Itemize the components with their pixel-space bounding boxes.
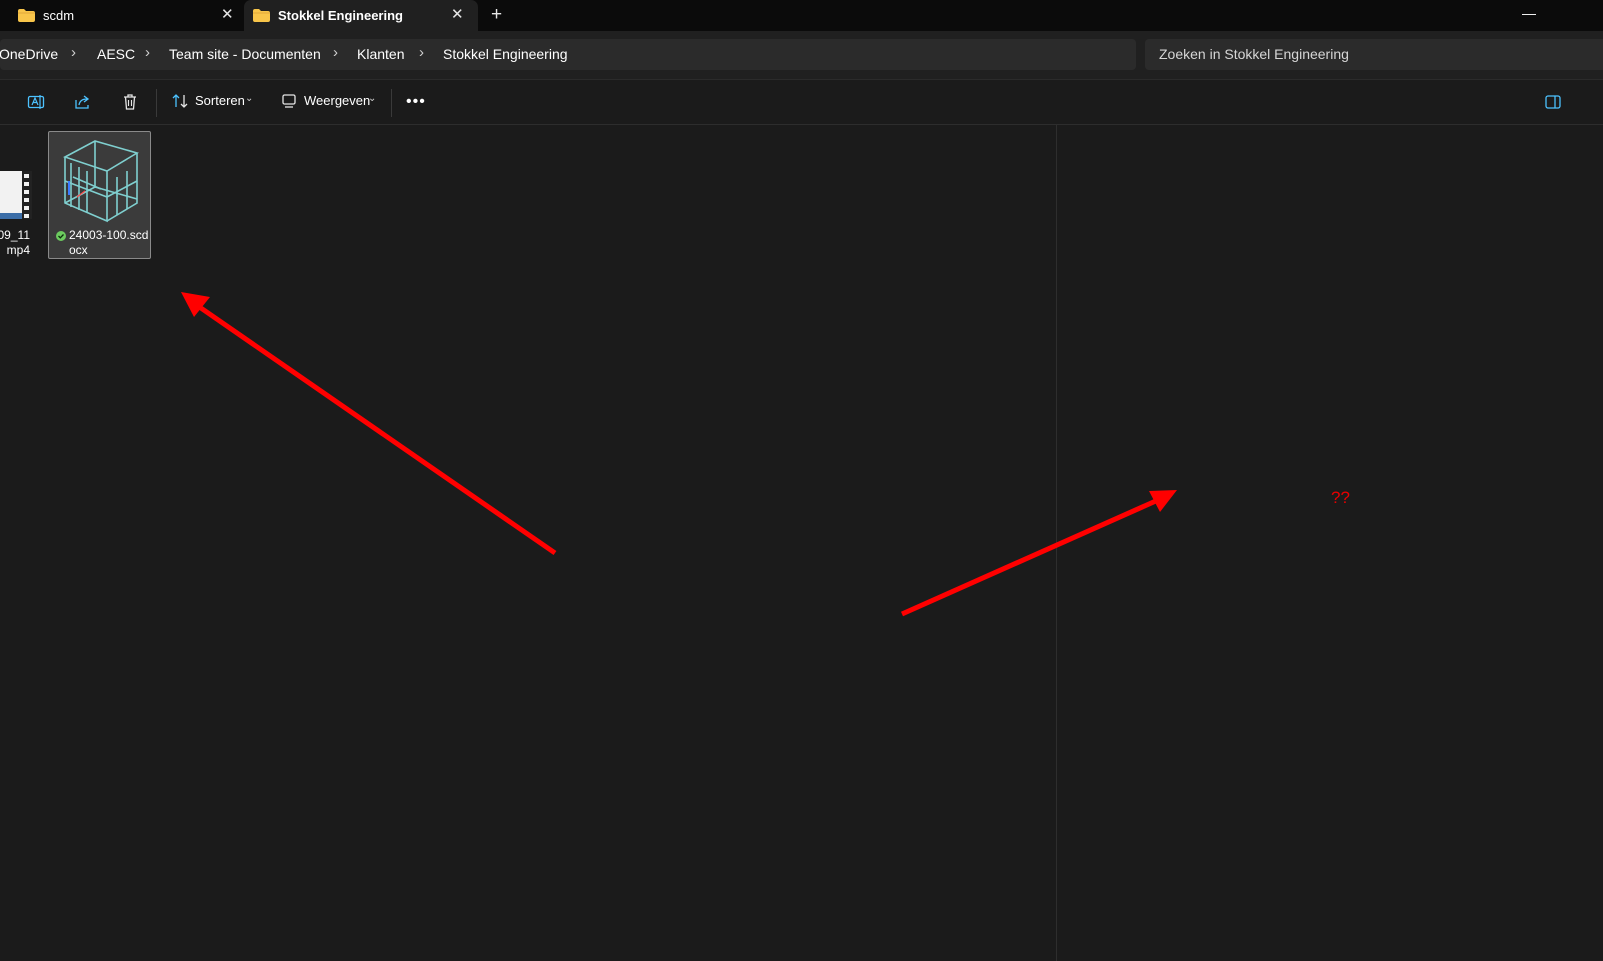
details-pane-icon[interactable] xyxy=(1545,95,1561,109)
file-explorer-window: scdm ✕ Stokkel Engineering ✕ + — OneDriv… xyxy=(0,0,1603,961)
command-bar: Sorteren ⌄ Weergeven ⌄ ••• xyxy=(0,80,1603,125)
more-options-icon[interactable]: ••• xyxy=(406,93,426,111)
view-icon xyxy=(282,94,296,108)
chevron-right-icon[interactable]: › xyxy=(145,44,150,61)
search-placeholder: Zoeken in Stokkel Engineering xyxy=(1159,46,1349,62)
file-item-selected[interactable]: 24003-100.scdocx xyxy=(48,131,151,259)
tab-strip: scdm ✕ Stokkel Engineering ✕ + — xyxy=(0,0,1603,31)
sort-icon xyxy=(172,94,188,108)
breadcrumb-item-team-site[interactable]: Team site - Documenten xyxy=(169,46,321,62)
address-row: OneDrive › AESC › Team site - Documenten… xyxy=(0,31,1603,80)
minimize-icon[interactable]: — xyxy=(1522,5,1536,21)
file-name: 24003-100.scdocx xyxy=(69,228,149,257)
toolbar-divider xyxy=(156,89,157,117)
view-button[interactable]: Weergeven ⌄ xyxy=(281,90,381,114)
rename-icon[interactable] xyxy=(27,93,45,111)
tab-stokkel-engineering[interactable]: Stokkel Engineering ✕ xyxy=(244,0,478,31)
file-list-pane[interactable] xyxy=(0,125,1057,961)
close-icon[interactable]: ✕ xyxy=(221,7,234,23)
chevron-down-icon: ⌄ xyxy=(368,93,377,104)
tab-label: Stokkel Engineering xyxy=(278,8,403,23)
chevron-right-icon[interactable]: › xyxy=(419,44,424,61)
breadcrumb[interactable]: OneDrive › AESC › Team site - Documenten… xyxy=(0,39,1136,70)
file-name: -09_11 mp4 xyxy=(0,228,30,257)
annotation-question-marks: ?? xyxy=(1331,488,1350,507)
close-icon[interactable]: ✕ xyxy=(451,7,464,23)
folder-icon xyxy=(18,9,35,22)
sync-status-icon xyxy=(56,231,66,241)
chevron-right-icon[interactable]: › xyxy=(71,44,76,61)
tab-scdm[interactable]: scdm ✕ xyxy=(0,0,242,31)
folder-icon xyxy=(253,9,270,22)
preview-pane xyxy=(1057,125,1603,961)
chevron-down-icon: ⌄ xyxy=(245,93,254,104)
search-input[interactable]: Zoeken in Stokkel Engineering xyxy=(1145,39,1603,70)
delete-icon[interactable] xyxy=(121,93,139,111)
tab-label: scdm xyxy=(43,8,75,23)
video-file-icon xyxy=(0,171,32,219)
file-item[interactable]: -09_11 mp4 xyxy=(0,131,40,259)
sort-label: Sorteren xyxy=(195,93,245,108)
view-label: Weergeven xyxy=(304,93,371,108)
new-tab-icon[interactable]: + xyxy=(491,5,502,25)
share-icon[interactable] xyxy=(74,93,92,111)
sort-button[interactable]: Sorteren ⌄ xyxy=(170,90,260,114)
toolbar-divider xyxy=(391,89,392,117)
chevron-right-icon[interactable]: › xyxy=(333,44,338,61)
breadcrumb-item-stokkel-engineering[interactable]: Stokkel Engineering xyxy=(443,46,568,62)
breadcrumb-item-aesc[interactable]: AESC xyxy=(97,46,135,62)
breadcrumb-item-onedrive[interactable]: OneDrive xyxy=(0,46,58,62)
cad-file-icon xyxy=(62,140,139,223)
breadcrumb-item-klanten[interactable]: Klanten xyxy=(357,46,404,62)
